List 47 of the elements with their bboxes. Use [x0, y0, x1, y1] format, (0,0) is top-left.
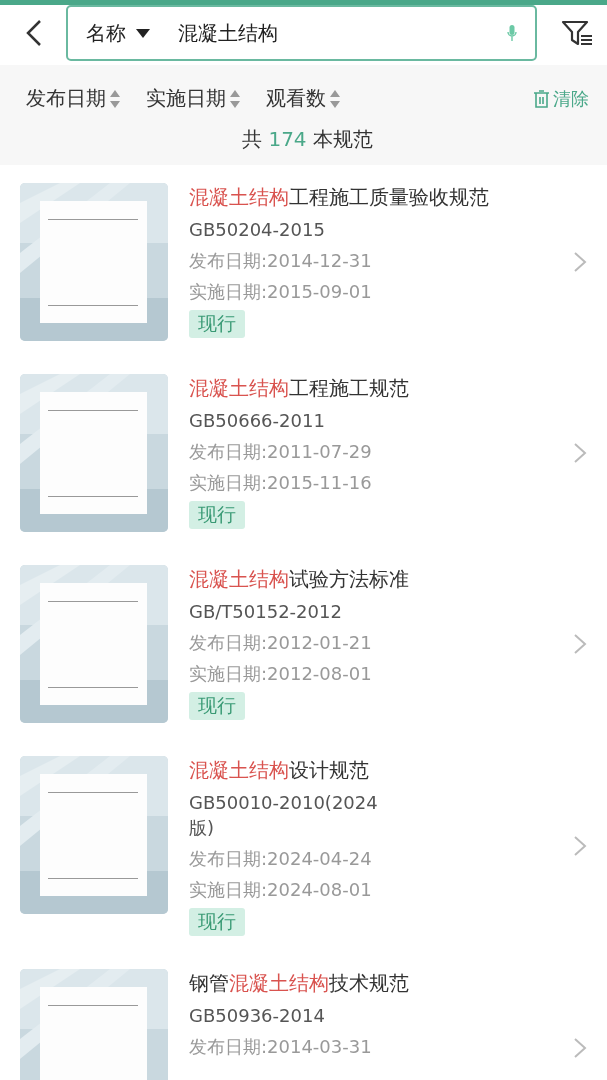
- sort-button[interactable]: 发布日期: [26, 85, 120, 112]
- result-count: 共 174 本规范: [241, 126, 374, 153]
- standard-list-item[interactable]: 混凝土结构工程施工规范 GB50666-2011 发布日期:2011-07-29 实施日期:2015-11-16 现行: [0, 374, 607, 565]
- effective-date: 实施日期:2015-11-16: [189, 471, 373, 495]
- chevron-right-icon: [573, 1037, 587, 1059]
- publish-date: 发布日期:2014-03-31: [189, 1035, 373, 1059]
- standard-code: GB50204-2015: [189, 218, 326, 242]
- effective-date: 实施日期:2012-08-01: [189, 662, 373, 686]
- publish-date: 发布日期:2012-01-21: [189, 631, 373, 655]
- publish-date: 发布日期:2014-12-31: [189, 249, 373, 273]
- back-icon[interactable]: [26, 19, 42, 47]
- chevron-right-icon: [573, 835, 587, 857]
- sort-button[interactable]: 观看数: [266, 85, 340, 112]
- effective-date: 实施日期:2015-09-01: [189, 280, 373, 304]
- status-tag: 现行: [189, 692, 245, 720]
- publish-date: 发布日期:2024-04-24: [189, 847, 373, 871]
- standard-code: GB/T50152-2012: [189, 600, 343, 624]
- sort-arrows-icon: [230, 88, 240, 109]
- field-selector[interactable]: 名称: [86, 19, 150, 47]
- search-value: 混凝土结构: [178, 19, 279, 47]
- standard-list-item[interactable]: 混凝土结构设计规范 GB50010-2010(2024版) 发布日期:2024-04-24 实施日期:2024-08-01 现行: [0, 756, 607, 969]
- standard-code: GB50666-2011: [189, 409, 326, 433]
- standard-title: 混凝土结构工程施工规范: [189, 375, 410, 402]
- chevron-right-icon: [573, 251, 587, 273]
- sort-arrows-icon: [330, 88, 340, 109]
- trash-icon: [533, 89, 550, 108]
- chevron-right-icon: [573, 633, 587, 655]
- publish-date: 发布日期:2011-07-29: [189, 440, 373, 464]
- sort-button[interactable]: 实施日期: [146, 85, 240, 112]
- chevron-right-icon: [573, 442, 587, 464]
- standard-list-item[interactable]: 混凝土结构试验方法标准 GB/T50152-2012 发布日期:2012-01-21 实施日期:2012-08-01 现行: [0, 565, 607, 756]
- status-tag: 现行: [189, 501, 245, 529]
- standard-code: GB50936-2014: [189, 1004, 326, 1028]
- effective-date: 实施日期:2024-08-01: [189, 878, 373, 902]
- search-field[interactable]: 名称 混凝土结构: [66, 5, 537, 61]
- standard-code: GB50010-2010(2024版): [189, 791, 379, 840]
- sort-arrows-icon: [110, 88, 120, 109]
- status-tag: 现行: [189, 908, 245, 936]
- dropdown-caret-icon: [136, 28, 150, 38]
- status-tag: 现行: [189, 310, 245, 338]
- filter-icon[interactable]: [561, 20, 593, 46]
- standard-title: 混凝土结构设计规范: [189, 757, 370, 784]
- standard-title: 钢管混凝土结构技术规范: [189, 970, 410, 997]
- standard-title: 混凝土结构试验方法标准: [189, 566, 410, 593]
- standard-title: 混凝土结构工程施工质量验收规范: [189, 184, 490, 211]
- standard-list-item[interactable]: 混凝土结构工程施工质量验收规范 GB50204-2015 发布日期:2014-12-31 实施日期:2015-09-01 现行: [0, 183, 607, 374]
- standard-list-item[interactable]: 钢管混凝土结构技术规范 GB50936-2014 发布日期:2014-03-31: [0, 969, 607, 1080]
